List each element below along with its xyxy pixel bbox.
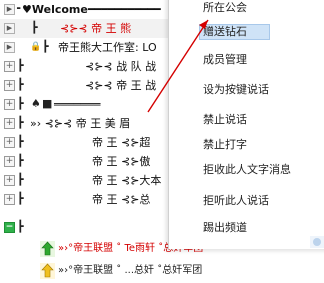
menu-item-kick[interactable]: 踢出频道 [203, 221, 247, 235]
channel-name: 帝 王 ⊰⊱大本 [92, 174, 162, 187]
channel-name: ♥Welcome━━━━━━━━━━━ [22, 3, 161, 16]
lock-icon: 🔒 [30, 42, 42, 52]
menu-item-mute-voice[interactable]: 禁止说话 [203, 113, 247, 127]
user-list-item[interactable]: »›°帝王联盟 ˚ ...总奸 ˚总奸军团 [0, 261, 324, 281]
flag-icon: ┣ [31, 21, 38, 34]
flag-icon: ┣ [17, 116, 24, 129]
channel-window: ▶ ╸ ♥Welcome━━━━━━━━━━━ ▶ ┣ ⊰⊱⊰ 帝 王 熊 ▶ … [0, 0, 324, 283]
spade-icon: ♠ [31, 97, 41, 110]
expand-plus-icon[interactable]: + [4, 156, 15, 167]
channel-name: ⊰⊱⊰ 战 队 战 [85, 60, 157, 73]
user-green-icon [40, 241, 55, 257]
expand-plus-icon[interactable]: + [4, 61, 15, 72]
expand-plus-icon[interactable]: + [4, 194, 15, 205]
block-icon: ■ [42, 97, 53, 110]
channel-name: ⊰⊱⊰ 帝 王 熊 [60, 22, 132, 35]
channel-name: 帝 王 ⊰⊱总 [92, 193, 151, 206]
expand-plus-icon[interactable]: + [4, 99, 15, 110]
expand-arrow-icon[interactable]: ▶ [4, 4, 15, 15]
scroll-corner-icon [310, 236, 324, 248]
flag-icon: ┣ [17, 192, 24, 205]
channel-name: 帝 王 ⊰⊱傲 [92, 155, 151, 168]
expand-plus-icon[interactable]: + [4, 175, 15, 186]
channel-name: ═══════ [54, 98, 101, 111]
flag-icon: ┣ [17, 220, 24, 233]
menu-item-block-text[interactable]: 拒收此人文字消息 [203, 163, 291, 177]
flag-icon: ┣ [17, 97, 24, 110]
expand-arrow-icon[interactable]: ▶ [4, 42, 15, 53]
channel-name: 帝王熊大工作室: LO [58, 41, 157, 54]
flag-icon: ┣ [17, 135, 24, 148]
context-menu: 所在公会 赠送钻石 成员管理 设为按键说话 禁止说话 禁止打字 拒收此人文字消息… [168, 0, 324, 249]
collapse-minus-icon[interactable]: − [4, 222, 15, 233]
flag-icon: ┣ [17, 78, 24, 91]
expand-plus-icon[interactable]: + [4, 137, 15, 148]
menu-item-gift-diamond[interactable]: 赠送钻石 [199, 24, 270, 40]
channel-name: 帝 王 ⊰⊱超 [92, 136, 151, 149]
channel-name: »› ⊰⊱⊰ 帝 王 美 眉 [30, 117, 131, 130]
flag-icon: ┣ [17, 154, 24, 167]
flag-icon: ┣ [17, 173, 24, 186]
user-name: »›°帝王联盟 ˚ ...总奸 ˚总奸军团 [58, 265, 203, 276]
channel-name: ⊰⊱⊰ 帝 王 战 [85, 79, 157, 92]
flag-icon: ┣ [42, 40, 49, 53]
expand-plus-icon[interactable]: + [4, 80, 15, 91]
menu-item-guild[interactable]: 所在公会 [203, 1, 247, 15]
user-yellow-icon [40, 263, 55, 279]
menu-item-member-manage[interactable]: 成员管理 [203, 53, 247, 67]
flag-icon: ┣ [17, 59, 24, 72]
expand-plus-icon[interactable]: + [4, 118, 15, 129]
expand-arrow-icon[interactable]: ▶ [4, 23, 15, 34]
menu-item-block-voice[interactable]: 拒听此人说话 [203, 194, 269, 208]
menu-item-mute-text[interactable]: 禁止打字 [203, 138, 247, 152]
menu-item-push-to-talk[interactable]: 设为按键说话 [203, 83, 269, 97]
